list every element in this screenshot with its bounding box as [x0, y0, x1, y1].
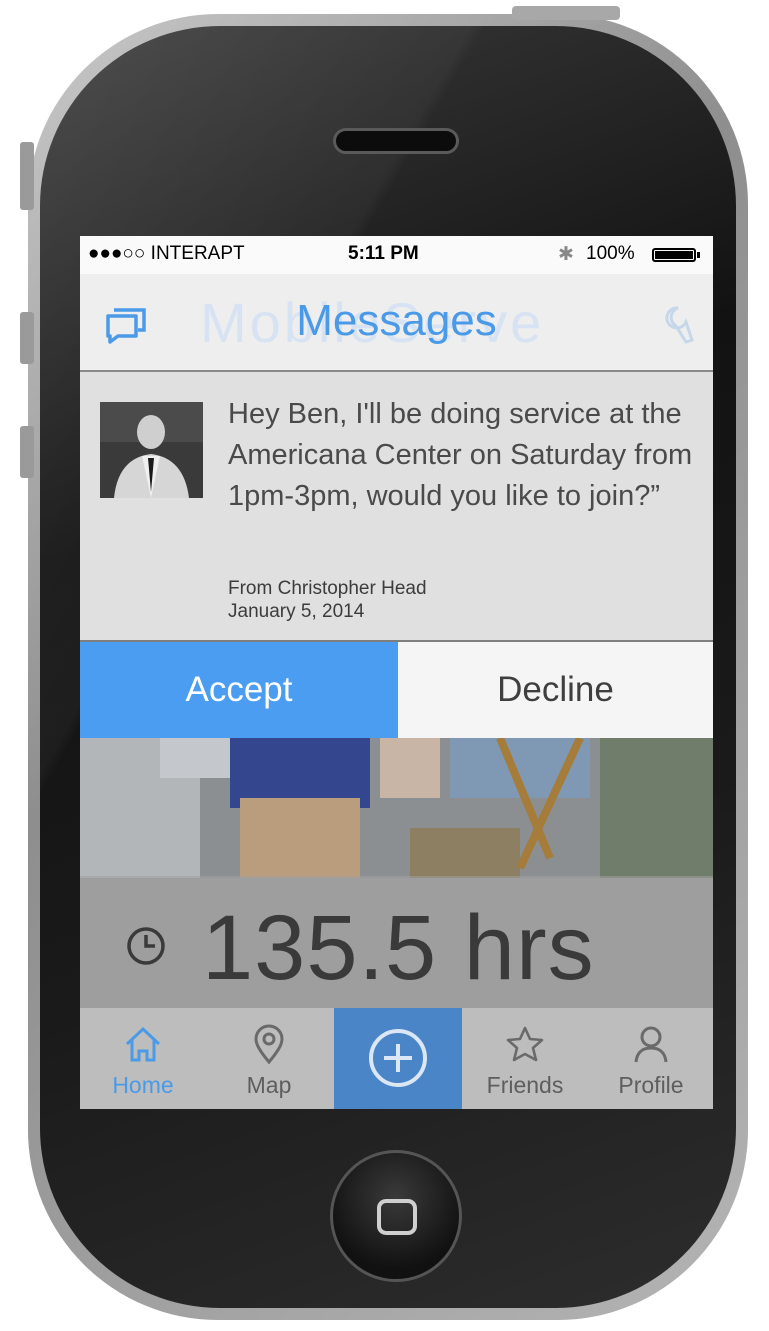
app-screen: ●●●○○ INTERAPT 5:11 PM ✱ 100% MobileServ… [80, 236, 713, 1109]
battery-percent: 100% [586, 243, 635, 264]
bluetooth-icon: ✱ [558, 244, 574, 265]
service-hours: 135.5 hrs [80, 876, 713, 1008]
hours-total: 135.5 hrs [202, 897, 595, 999]
carrier-label: ●●●○○ INTERAPT [88, 243, 245, 264]
message-text: Hey Ben, I'll be doing service at the Am… [228, 398, 693, 512]
battery-nub [697, 252, 700, 258]
tab-home[interactable]: Home [80, 1008, 206, 1109]
tab-profile[interactable]: Profile [588, 1008, 713, 1109]
plus-circle-icon [369, 1029, 427, 1087]
battery-icon [652, 248, 696, 262]
tab-map-label: Map [246, 1072, 292, 1098]
message-card: Hey Ben, I'll be doing service at the Am… [80, 372, 713, 642]
decline-button[interactable]: Decline [398, 642, 713, 738]
home-square-icon [377, 1199, 417, 1235]
tab-friends[interactable]: Friends [462, 1008, 588, 1109]
volume-down-button [20, 426, 34, 478]
power-button [512, 6, 620, 20]
avatar [100, 402, 203, 498]
volume-up-button [20, 312, 34, 364]
page-title: Messages [296, 296, 497, 345]
nav-bar: MobileServe Messages [80, 274, 713, 372]
tab-profile-label: Profile [618, 1072, 684, 1098]
clock-icon [127, 927, 165, 965]
tab-add[interactable] [334, 1008, 462, 1109]
tab-bar: Home Map Friends Profile [80, 1008, 713, 1109]
earpiece-speaker [333, 128, 459, 154]
mute-switch [20, 142, 34, 210]
message-sender: From Christopher Head [228, 578, 427, 599]
accept-button[interactable]: Accept [80, 642, 398, 738]
wrench-icon[interactable] [650, 304, 694, 344]
person-icon [634, 1026, 668, 1063]
home-hardware-button[interactable] [330, 1150, 462, 1282]
status-bar: ●●●○○ INTERAPT 5:11 PM ✱ 100% [80, 236, 713, 274]
tab-friends-label: Friends [486, 1072, 564, 1098]
tab-map[interactable]: Map [206, 1008, 332, 1109]
tab-home-label: Home [112, 1072, 174, 1098]
home-icon [125, 1026, 161, 1062]
status-time: 5:11 PM [348, 243, 419, 264]
message-date: January 5, 2014 [228, 601, 365, 622]
star-icon [506, 1026, 544, 1062]
map-pin-icon [254, 1024, 284, 1064]
